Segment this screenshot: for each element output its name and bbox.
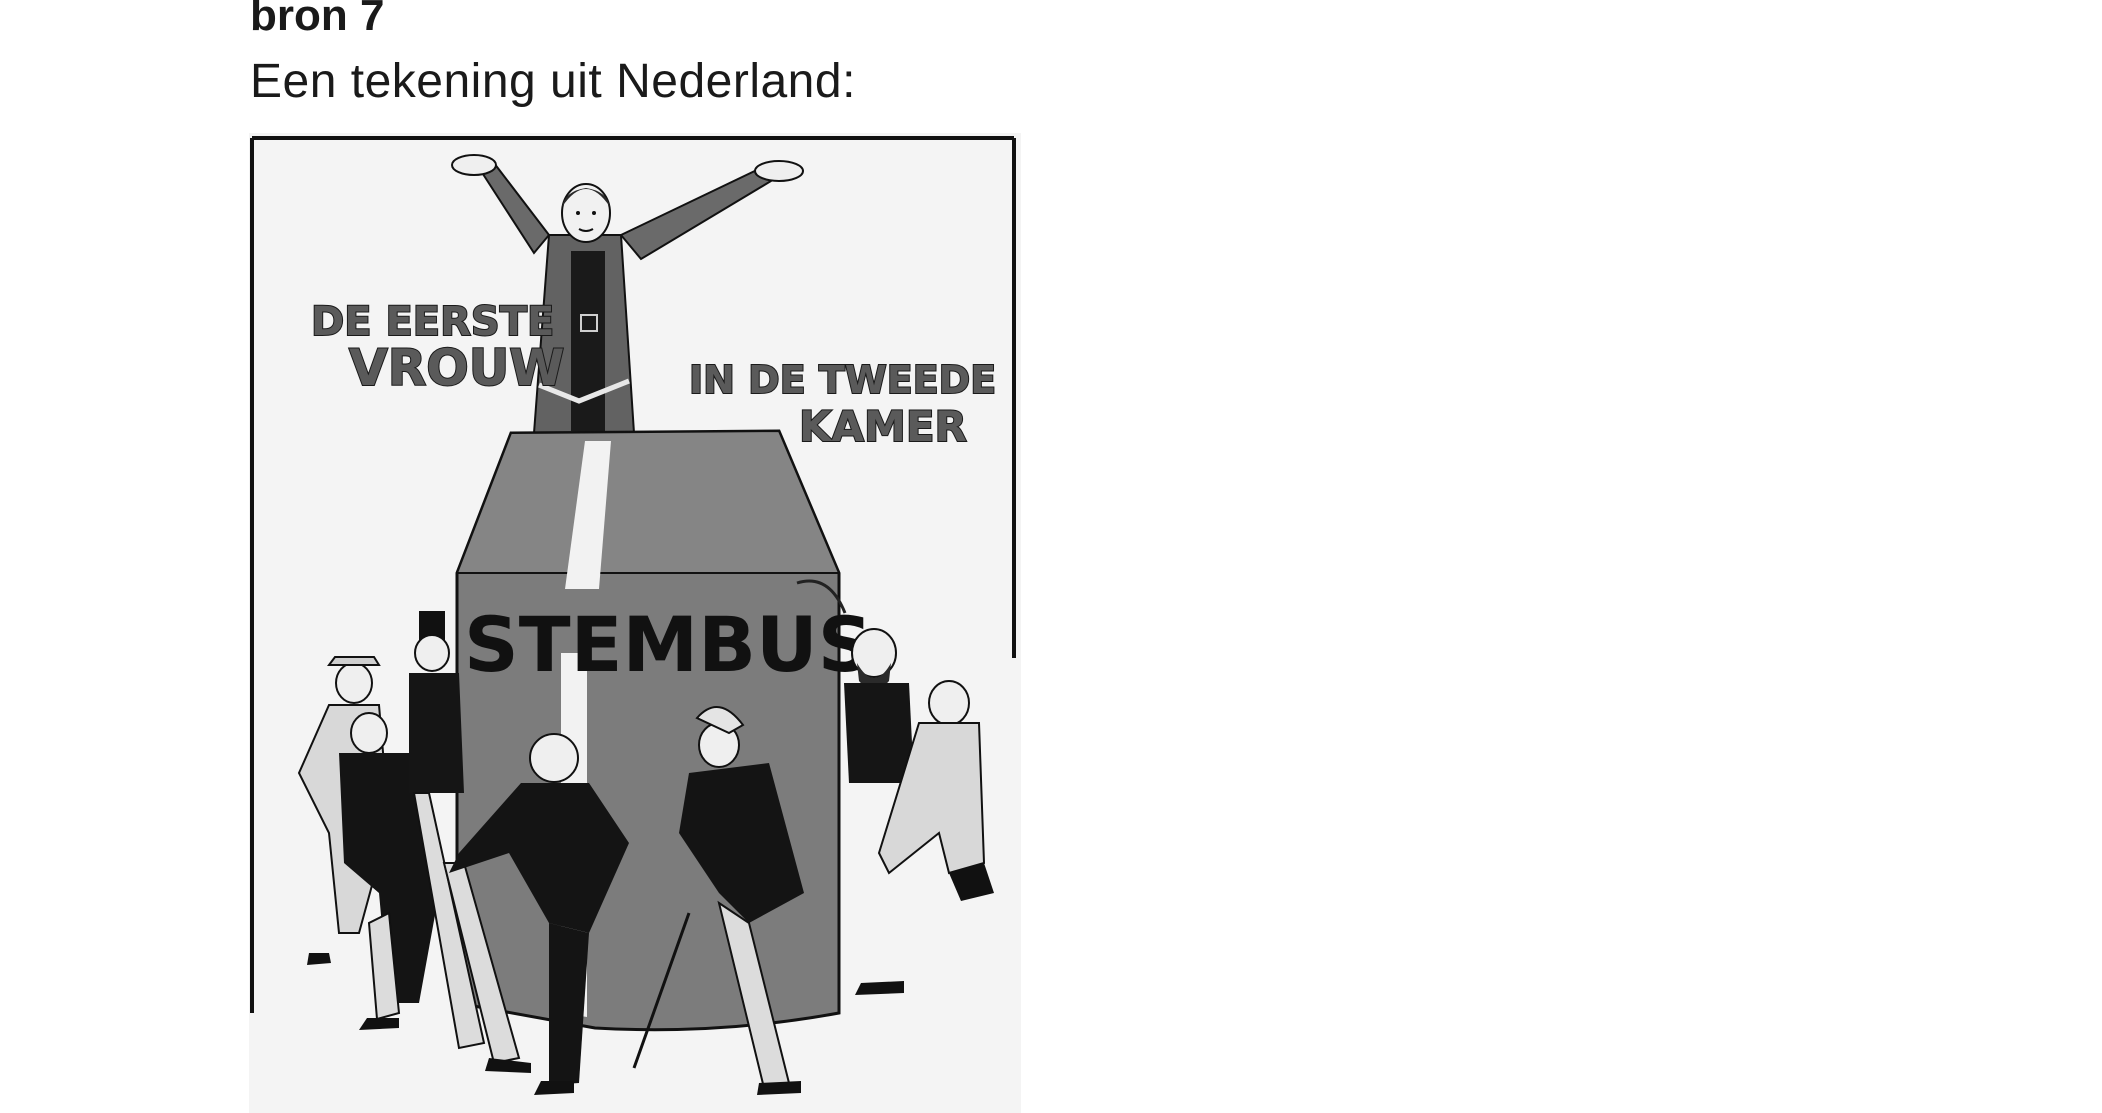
cartoon-drawing: DE EERSTE VROUW IN DE TWEEDE KAMER STEMB… (249, 133, 1021, 1113)
caption-line-2: VROUW (349, 339, 564, 397)
caption-line-4: KAMER (799, 402, 967, 451)
ballot-box-label: STEMBUS (464, 600, 873, 689)
ballot-box: STEMBUS (455, 429, 873, 1032)
source-label: bron 7 (250, 0, 385, 40)
source-description: Een tekening uit Nederland: (250, 55, 856, 108)
cartoon-illustration: DE EERSTE VROUW IN DE TWEEDE KAMER STEMB… (249, 133, 1021, 1113)
caption-line-3: IN DE TWEEDE (689, 358, 996, 402)
